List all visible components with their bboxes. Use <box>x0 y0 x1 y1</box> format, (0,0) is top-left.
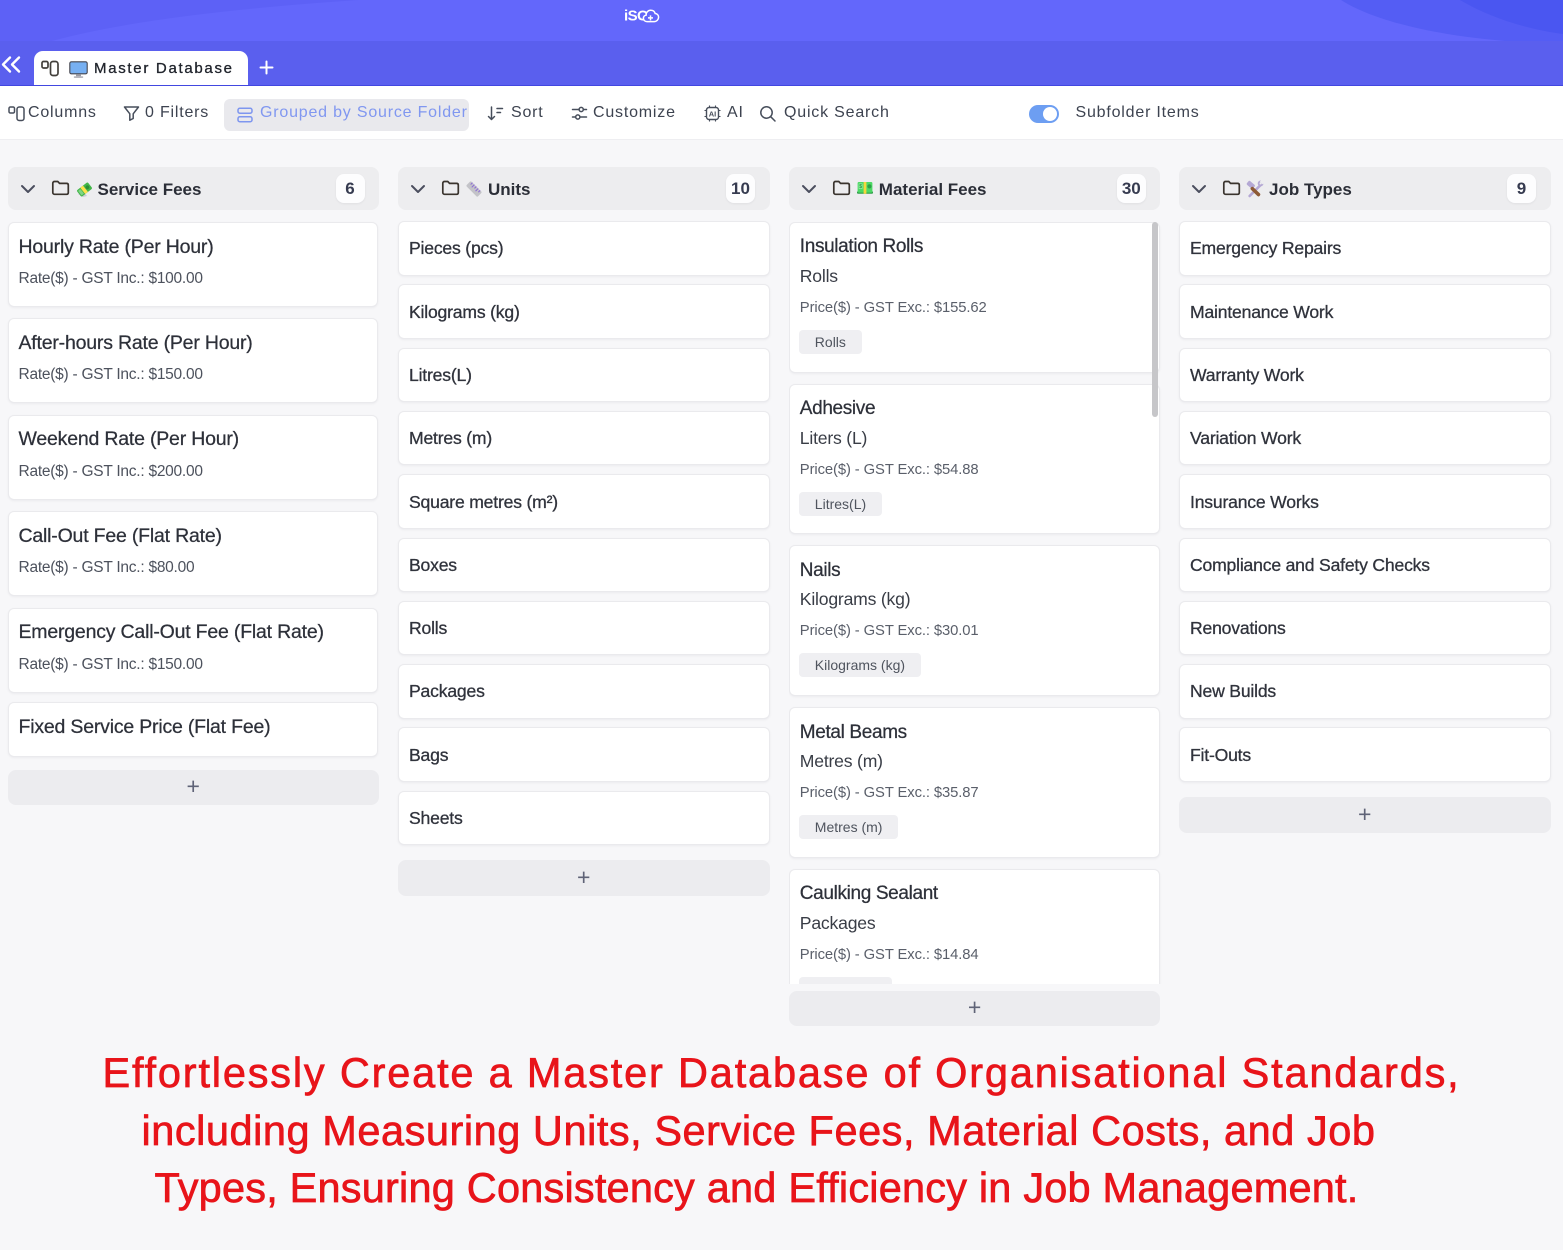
svg-text:AI: AI <box>709 110 717 119</box>
svg-text:$: $ <box>859 184 862 190</box>
